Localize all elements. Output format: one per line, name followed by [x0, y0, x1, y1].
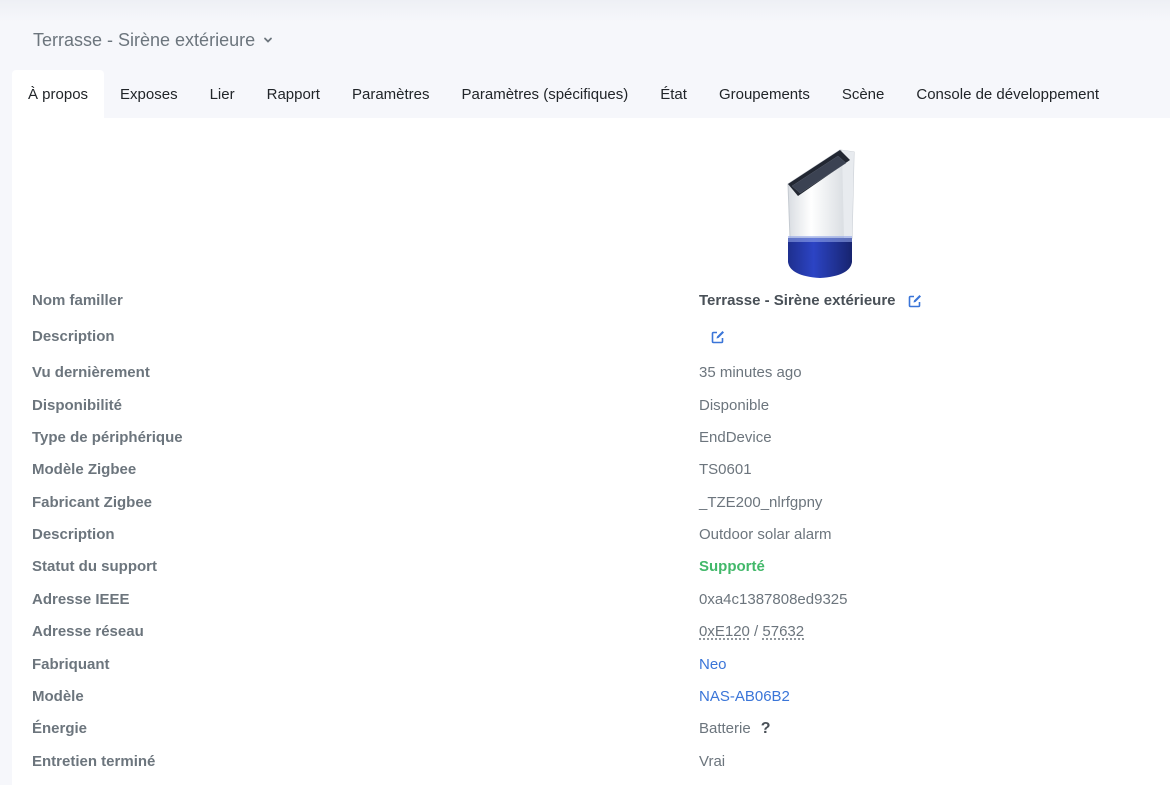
row-interview-completed: Entretien terminé Vrai — [12, 749, 1170, 775]
network-address-label: Adresse réseau — [32, 623, 144, 640]
ieee-address-value: 0xa4c1387808ed9325 — [699, 591, 848, 608]
manufacturer-label: Fabriquant — [32, 656, 110, 673]
row-support-status: Statut du support Supporté — [12, 554, 1170, 580]
tab-bar: À propos Exposes Lier Rapport Paramètres… — [12, 70, 1115, 118]
availability-label: Disponibilité — [32, 397, 122, 414]
support-status-value[interactable]: Supporté — [699, 554, 765, 580]
tab-settings-specific[interactable]: Paramètres (spécifiques) — [446, 70, 645, 118]
network-address-value: 0xE120 / 57632 — [699, 619, 804, 645]
tab-bind[interactable]: Lier — [194, 70, 251, 118]
row-last-seen: Vu dernièrement 35 minutes ago — [12, 360, 1170, 386]
ieee-address-label: Adresse IEEE — [32, 591, 130, 608]
last-seen-value: 35 minutes ago — [699, 364, 802, 381]
tab-about[interactable]: À propos — [12, 70, 105, 118]
manufacturer-link[interactable]: Neo — [699, 652, 727, 678]
power-value: Batterie — [699, 720, 751, 737]
row-manufacturer: Fabriquant Neo — [12, 652, 1170, 678]
edit-icon[interactable] — [908, 294, 922, 308]
last-seen-label: Vu dernièrement — [32, 364, 150, 381]
page-title: Terrasse - Sirène extérieure — [33, 29, 256, 50]
description-label: Description — [32, 328, 115, 345]
network-address-separator: / — [749, 623, 763, 640]
friendly-name-label: Nom familler — [32, 292, 123, 309]
interview-completed-label: Entretien terminé — [32, 753, 156, 770]
tab-exposes[interactable]: Exposes — [104, 70, 194, 118]
tab-settings[interactable]: Paramètres — [336, 70, 446, 118]
support-status-label: Statut du support — [32, 558, 157, 575]
power-value-wrap: Batterie ? — [699, 716, 770, 742]
row-zigbee-model: Modèle Zigbee TS0601 — [12, 457, 1170, 483]
tab-dev-console[interactable]: Console de développement — [900, 70, 1115, 118]
help-icon[interactable]: ? — [761, 716, 771, 742]
description-label: Description — [32, 526, 115, 543]
network-address-hex: 0xE120 — [699, 623, 750, 640]
power-label: Énergie — [32, 720, 88, 737]
description-value: Outdoor solar alarm — [699, 526, 832, 543]
network-address-dec: 57632 — [762, 623, 805, 640]
model-value-wrap: NAS-AB06B2 — [699, 684, 790, 710]
tab-groups[interactable]: Groupements — [703, 70, 826, 118]
edit-icon[interactable] — [711, 330, 725, 344]
model-link[interactable]: NAS-AB06B2 — [699, 684, 790, 710]
description-value-wrap — [699, 324, 725, 344]
row-network-address: Adresse réseau 0xE120 / 57632 — [12, 619, 1170, 645]
model-label: Modèle — [32, 688, 84, 705]
chevron-down-icon — [263, 35, 273, 45]
zigbee-manufacturer-value: _TZE200_nlrfgpny — [699, 494, 823, 511]
about-panel: Nom familler Terrasse - Sirène extérieur… — [12, 118, 1170, 785]
tab-scene[interactable]: Scène — [826, 70, 901, 118]
device-type-value: EndDevice — [699, 429, 772, 446]
zigbee-model-value: TS0601 — [699, 461, 752, 478]
row-model: Modèle NAS-AB06B2 — [12, 684, 1170, 710]
tab-reporting[interactable]: Rapport — [251, 70, 336, 118]
row-ieee-address: Adresse IEEE 0xa4c1387808ed9325 — [12, 587, 1170, 613]
availability-value: Disponible — [699, 397, 770, 414]
friendly-name-value-wrap: Terrasse - Sirène extérieure — [699, 288, 922, 314]
friendly-name-value: Terrasse - Sirène extérieure — [699, 292, 896, 309]
zigbee-manufacturer-label: Fabricant Zigbee — [32, 494, 153, 511]
row-availability: Disponibilité Disponible — [12, 393, 1170, 419]
row-zigbee-manufacturer: Fabricant Zigbee _TZE200_nlrfgpny — [12, 490, 1170, 516]
manufacturer-value-wrap: Neo — [699, 652, 727, 678]
device-selector[interactable]: Terrasse - Sirène extérieure — [33, 28, 273, 52]
interview-completed-value: Vrai — [699, 753, 726, 770]
row-device-type: Type de périphérique EndDevice — [12, 425, 1170, 451]
row-description: Description Outdoor solar alarm — [12, 522, 1170, 548]
row-power: Énergie Batterie ? — [12, 716, 1170, 742]
device-image — [778, 144, 882, 282]
zigbee-model-label: Modèle Zigbee — [32, 461, 137, 478]
row-friendly-name: Nom familler Terrasse - Sirène extérieur… — [12, 288, 1170, 314]
device-type-label: Type de périphérique — [32, 429, 183, 446]
top-bar — [0, 0, 1170, 22]
tab-state[interactable]: État — [644, 70, 703, 118]
row-description-user: Description — [12, 324, 1170, 350]
